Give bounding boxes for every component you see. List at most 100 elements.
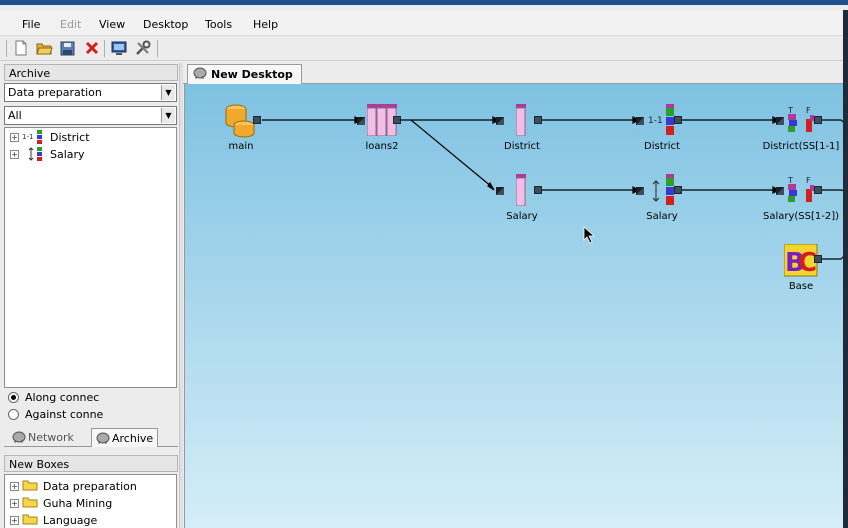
input-port[interactable]: [357, 116, 366, 125]
node-base[interactable]: B C: [783, 243, 818, 280]
input-port[interactable]: [776, 116, 785, 125]
output-port[interactable]: [534, 186, 542, 194]
elephant-icon: [96, 432, 110, 448]
output-port[interactable]: [674, 186, 682, 194]
node-label: loans2: [365, 141, 399, 152]
node-district-attribute[interactable]: 1-1: [648, 104, 676, 139]
column-icon: [515, 174, 526, 207]
tab-label: New Desktop: [211, 68, 293, 81]
tab-label: Network: [28, 431, 74, 444]
svg-text:T: T: [787, 176, 793, 185]
output-port[interactable]: [393, 116, 401, 124]
radio-button[interactable]: [8, 392, 19, 403]
filter-select-value: All: [8, 109, 22, 122]
save-icon[interactable]: [59, 40, 76, 56]
tree-item-label: Guha Mining: [43, 496, 113, 510]
output-port[interactable]: [814, 255, 822, 263]
svg-text:T: T: [787, 106, 793, 115]
output-port[interactable]: [534, 116, 542, 124]
svg-text:F: F: [806, 176, 811, 185]
category-select[interactable]: Data preparation ▼: [4, 83, 177, 102]
input-port[interactable]: [496, 186, 505, 195]
tab-network[interactable]: Network: [8, 428, 78, 447]
tab-label: Archive: [112, 432, 154, 445]
tree-item-district[interactable]: + 1-1 District: [10, 129, 90, 145]
desktop-canvas[interactable]: main loans2 District Salary 1-1 District…: [184, 84, 848, 528]
open-folder-icon[interactable]: [36, 40, 53, 56]
output-port[interactable]: [253, 116, 261, 124]
menu-help[interactable]: Help: [253, 18, 278, 31]
archive-title: Archive: [4, 64, 178, 81]
node-salary-attribute[interactable]: [648, 174, 676, 209]
folder-icon: [22, 496, 38, 511]
svg-text:F: F: [806, 106, 811, 115]
chevron-down-icon[interactable]: ▼: [161, 108, 175, 123]
node-district-column[interactable]: [515, 104, 526, 139]
output-port[interactable]: [814, 116, 822, 124]
radio-label: Along connec: [25, 391, 100, 404]
expand-icon[interactable]: +: [10, 498, 19, 508]
input-port[interactable]: [636, 186, 645, 195]
filter-select[interactable]: All ▼: [4, 106, 177, 125]
tree-item-salary[interactable]: + Salary: [10, 146, 85, 162]
input-port[interactable]: [776, 186, 785, 195]
node-label: District: [644, 141, 680, 152]
base-icon: B C: [783, 243, 818, 278]
menu-edit[interactable]: Edit: [60, 18, 81, 31]
window-edge: [843, 10, 848, 528]
menu-view[interactable]: View: [99, 18, 125, 31]
tree-item-label: Language: [43, 513, 98, 527]
folder-icon: [22, 513, 38, 528]
radio-against-connection[interactable]: Against conne: [8, 407, 103, 422]
salary-box-icon: [22, 147, 46, 161]
input-port[interactable]: [636, 116, 645, 125]
menu-tools[interactable]: Tools: [205, 18, 232, 31]
radio-along-connection[interactable]: Along connec: [8, 390, 99, 405]
menu-file[interactable]: File: [22, 18, 40, 31]
elephant-icon: [193, 67, 207, 83]
expand-icon[interactable]: +: [10, 149, 19, 159]
desktop-tabstrip: New Desktop: [183, 63, 848, 84]
input-port[interactable]: [496, 116, 505, 125]
node-label: District(SS[1-1]: [762, 141, 840, 152]
toolbar: [0, 36, 848, 61]
tools-icon[interactable]: [134, 40, 151, 56]
new-boxes-tree: + Data preparation + Guha Mining + Langu…: [4, 474, 177, 528]
menu-desktop[interactable]: Desktop: [143, 18, 188, 31]
toolbar-separator: [157, 40, 158, 57]
district-box-icon: 1-1: [22, 130, 46, 144]
radio-label: Against conne: [25, 408, 104, 421]
folder-icon: [22, 479, 38, 494]
desktop-area: New Desktop main loans2 District Salary …: [183, 63, 848, 528]
expand-icon[interactable]: +: [10, 132, 19, 142]
radio-button[interactable]: [8, 409, 19, 420]
categorisation-icon: 1-1: [648, 104, 674, 135]
chevron-down-icon[interactable]: ▼: [161, 85, 175, 100]
toolbar-separator: [104, 40, 105, 57]
tree-item-guha-mining[interactable]: + Guha Mining: [10, 495, 112, 511]
expand-icon[interactable]: +: [10, 481, 19, 491]
elephant-icon: [12, 431, 26, 447]
output-port[interactable]: [674, 116, 682, 124]
expand-icon[interactable]: +: [10, 515, 19, 525]
node-label: Salary: [506, 211, 538, 222]
application-window: File Edit View Desktop Tools Help Archiv…: [0, 0, 848, 528]
new-file-icon[interactable]: [12, 40, 29, 56]
node-label: Salary(SS[1-2]): [762, 211, 840, 222]
svg-text:1-1: 1-1: [648, 116, 663, 126]
tree-item-language[interactable]: + Language: [10, 512, 97, 528]
monitor-icon[interactable]: [110, 40, 127, 56]
svg-text:1-1: 1-1: [22, 133, 33, 141]
tree-item-data-preparation[interactable]: + Data preparation: [10, 478, 137, 494]
tree-item-label: District: [50, 130, 90, 144]
tab-new-desktop[interactable]: New Desktop: [187, 64, 302, 84]
output-port[interactable]: [814, 186, 822, 194]
delete-icon[interactable]: [83, 40, 100, 56]
column-icon: [515, 104, 526, 137]
node-label: Base: [788, 281, 814, 292]
left-tabs: Network Archive: [4, 426, 178, 447]
node-label: main: [228, 141, 254, 152]
left-panel: Archive Data preparation ▼ All ▼ + 1-1 D…: [3, 63, 179, 528]
node-salary-column[interactable]: [515, 174, 526, 209]
tab-archive[interactable]: Archive: [91, 428, 159, 448]
